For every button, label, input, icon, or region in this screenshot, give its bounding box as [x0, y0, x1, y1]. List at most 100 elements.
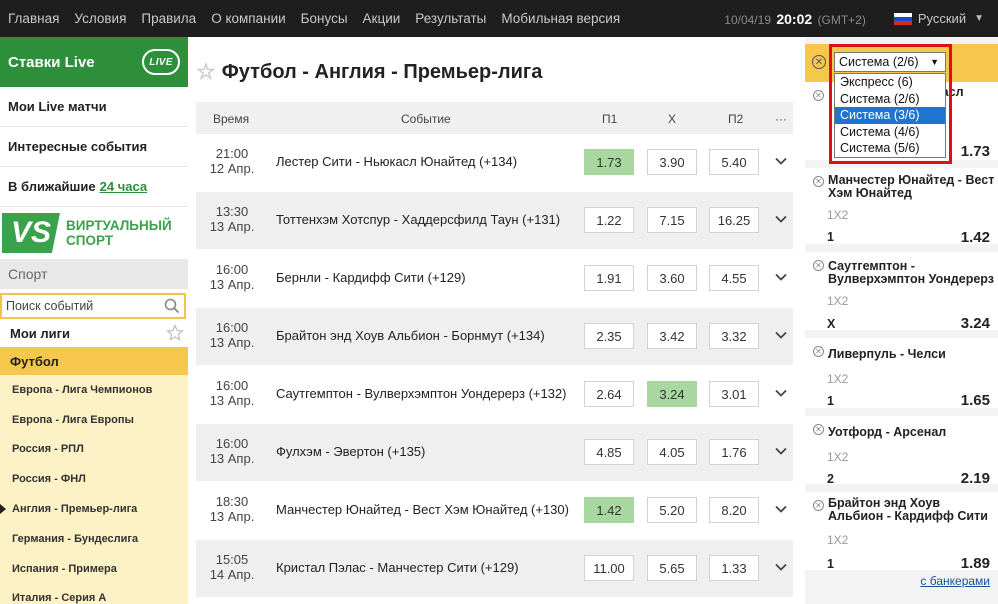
odd-p1[interactable]: 1.42	[584, 497, 634, 523]
chevron-down-icon[interactable]	[774, 386, 788, 400]
system-option[interactable]: Система (5/6)	[835, 140, 945, 157]
remove-bet-icon[interactable]: ✕	[813, 500, 824, 511]
nav-terms[interactable]: Условия	[74, 11, 126, 26]
sidebar-football[interactable]: Футбол	[0, 347, 188, 375]
bet-market: 1X2	[827, 294, 849, 308]
nav-bonuses[interactable]: Бонусы	[301, 11, 348, 26]
nav-rules[interactable]: Правила	[141, 11, 196, 26]
event-time-date: 13 Апр.	[209, 219, 255, 234]
remove-bet-icon[interactable]: ✕	[813, 176, 824, 187]
remove-bet-icon[interactable]: ✕	[813, 90, 824, 101]
nav-results[interactable]: Результаты	[415, 11, 486, 26]
chevron-down-icon[interactable]	[774, 154, 788, 168]
odd-p1[interactable]: 2.64	[584, 381, 634, 407]
chevron-down-icon[interactable]	[774, 328, 788, 342]
event-name[interactable]: Саутгемптон - Вулверхэмптон Уондерерз (+…	[276, 386, 567, 401]
remove-bet-icon[interactable]: ✕	[813, 346, 824, 357]
chevron-down-icon[interactable]	[774, 502, 788, 516]
bet-outcome: 1	[827, 557, 834, 571]
league-item-active[interactable]: Англия - Премьер-лига	[0, 494, 188, 524]
league-item[interactable]: Германия - Бундеслига	[0, 524, 188, 554]
event-time-hour: 13:30	[215, 204, 249, 219]
event-name[interactable]: Брайтон энд Хоув Альбион - Борнмут (+134…	[276, 328, 545, 343]
event-search-input[interactable]	[6, 299, 164, 313]
odd-p1[interactable]: 1.22	[584, 207, 634, 233]
language-selector[interactable]: Русский ▼	[893, 11, 984, 26]
event-time: 16:00 13 Апр.	[196, 262, 268, 292]
nav-home[interactable]: Главная	[8, 11, 59, 26]
odd-p2[interactable]: 8.20	[709, 497, 759, 523]
remove-bet-icon[interactable]: ✕	[813, 424, 824, 435]
event-time: 16:00 13 Апр.	[196, 320, 268, 350]
odd-p2[interactable]: 3.32	[709, 323, 759, 349]
favorite-star-icon[interactable]: ☆	[196, 59, 216, 85]
odd-p1[interactable]: 4.85	[584, 439, 634, 465]
sidebar-my-live[interactable]: Мои Live матчи	[0, 87, 188, 127]
chevron-down-icon[interactable]	[774, 444, 788, 458]
league-item[interactable]: Испания - Примера	[0, 554, 188, 584]
event-search	[0, 293, 186, 319]
odd-x[interactable]: 4.05	[647, 439, 697, 465]
odd-x[interactable]: 3.90	[647, 149, 697, 175]
event-time-hour: 15:05	[215, 552, 249, 567]
event-name[interactable]: Фулхэм - Эвертон (+135)	[276, 444, 425, 459]
league-item[interactable]: Италия - Серия А	[0, 584, 188, 604]
odd-x[interactable]: 5.20	[647, 497, 697, 523]
odd-p1[interactable]: 11.00	[584, 555, 634, 581]
odd-p2[interactable]: 1.33	[709, 555, 759, 581]
event-name[interactable]: Манчестер Юнайтед - Вест Хэм Юнайтед (+1…	[276, 502, 569, 517]
chevron-down-icon[interactable]	[774, 270, 788, 284]
upcoming-link[interactable]: 24 часа	[100, 179, 147, 194]
system-option-highlighted[interactable]: Система (3/6)	[835, 107, 945, 124]
chevron-down-icon[interactable]	[774, 560, 788, 574]
league-item[interactable]: Россия - ФНЛ	[0, 464, 188, 494]
page-title: ☆ Футбол - Англия - Премьер-лига	[196, 59, 542, 85]
chevron-down-icon[interactable]	[774, 212, 788, 226]
live-bets-header[interactable]: Ставки Live LIVE	[0, 37, 188, 87]
col-more[interactable]: ···	[775, 112, 787, 126]
odd-p2[interactable]: 3.01	[709, 381, 759, 407]
odd-x[interactable]: 3.24	[647, 381, 697, 407]
event-time-hour: 16:00	[215, 262, 249, 277]
odd-p2[interactable]: 4.55	[709, 265, 759, 291]
system-option[interactable]: Экспресс (6)	[835, 74, 945, 91]
event-name[interactable]: Тоттенхэм Хотспур - Хаддерсфилд Таун (+1…	[276, 212, 560, 227]
odd-p1[interactable]: 2.35	[584, 323, 634, 349]
system-select[interactable]: Система (2/6) ▼	[834, 52, 946, 72]
virtual-sport-banner[interactable]: VS ВИРТУАЛЬНЫЙ СПОРТ	[0, 207, 188, 259]
system-option[interactable]: Система (4/6)	[835, 124, 945, 141]
odd-p2[interactable]: 5.40	[709, 149, 759, 175]
league-item[interactable]: Россия - РПЛ	[0, 435, 188, 465]
odd-x[interactable]: 5.65	[647, 555, 697, 581]
odd-x[interactable]: 3.60	[647, 265, 697, 291]
odd-p2[interactable]: 16.25	[709, 207, 759, 233]
odd-p1[interactable]: 1.91	[584, 265, 634, 291]
my-leagues[interactable]: Мои лиги	[0, 319, 188, 347]
col-p2: П2	[728, 112, 744, 126]
clear-slip-icon[interactable]: ✕	[812, 55, 826, 69]
event-name[interactable]: Кристал Пэлас - Манчестер Сити (+129)	[276, 560, 519, 575]
nav-mobile[interactable]: Мобильная версия	[501, 11, 620, 26]
bet-slip-item: ✕ Манчестер Юнайтед - Вест Хэм Юнайтед 1X2…	[805, 168, 998, 248]
nav-about[interactable]: О компании	[211, 11, 285, 26]
odd-p1[interactable]: 1.73	[584, 149, 634, 175]
sidebar-upcoming[interactable]: В ближайшие 24 часа	[0, 167, 188, 207]
remove-bet-icon[interactable]: ✕	[813, 260, 824, 271]
odd-x[interactable]: 7.15	[647, 207, 697, 233]
event-name[interactable]: Лестер Сити - Ньюкасл Юнайтед (+134)	[276, 154, 517, 169]
event-time-hour: 16:00	[215, 320, 249, 335]
system-option[interactable]: Система (2/6)	[835, 91, 945, 108]
bankers-link[interactable]: с банкерами	[920, 574, 990, 588]
odd-x[interactable]: 3.42	[647, 323, 697, 349]
event-name[interactable]: Бернли - Кардифф Сити (+129)	[276, 270, 466, 285]
nav-promotions[interactable]: Акции	[363, 11, 401, 26]
table-row: 15:05 14 Апр. Кристал Пэлас - Манчестер Си…	[196, 540, 793, 598]
league-item[interactable]: Европа - Лига Чемпионов	[0, 375, 188, 405]
league-item[interactable]: Европа - Лига Европы	[0, 405, 188, 435]
clock-time: 20:02	[776, 10, 813, 27]
search-icon[interactable]	[164, 298, 180, 314]
event-time: 16:00 13 Апр.	[196, 378, 268, 408]
star-icon[interactable]	[166, 324, 184, 342]
odd-p2[interactable]: 1.76	[709, 439, 759, 465]
sidebar-interesting[interactable]: Интересные события	[0, 127, 188, 167]
